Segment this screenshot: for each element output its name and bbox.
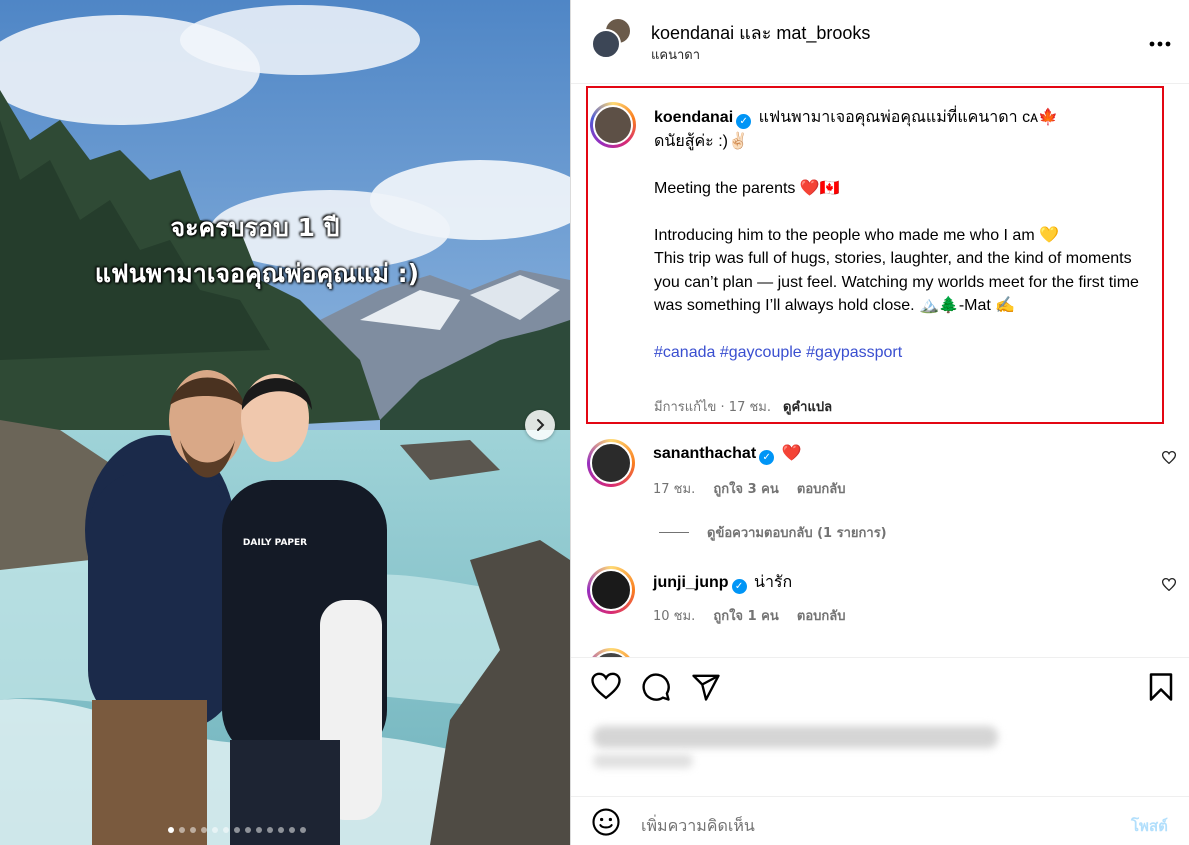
- caption-para1: Meeting the parents ❤️🇨🇦: [654, 179, 840, 197]
- comment-like-button[interactable]: [1161, 576, 1177, 595]
- comment-input[interactable]: เพิ่มความคิดเห็น: [641, 814, 755, 839]
- comment-meta: 17 ชม. ถูกใจ 3 คน ตอบกลับ: [653, 478, 845, 499]
- caption-line2: ดนัยสู้ค่ะ :)✌🏻: [654, 132, 748, 150]
- verified-badge-icon: ✓: [736, 114, 752, 129]
- carousel-dots: [168, 827, 306, 833]
- carousel-dot: [300, 827, 306, 833]
- hashtag-link[interactable]: #canada: [654, 344, 715, 361]
- post-date-blurred: [593, 754, 693, 768]
- save-button[interactable]: [1148, 672, 1174, 706]
- post-photo[interactable]: DAILY PAPER จะครบรอบ 1 ปี แฟนพามาเจอคุณพ…: [0, 0, 570, 845]
- photo-overlay-line1: จะครบรอบ 1 ปี: [170, 213, 340, 242]
- comment-body: น่ารัก: [754, 574, 793, 591]
- comment-like-button[interactable]: [1161, 449, 1177, 468]
- caption-para2: Introducing him to the people who made m…: [654, 226, 1060, 244]
- carousel-next-button[interactable]: [525, 410, 555, 440]
- comment-bubble-icon: [642, 673, 670, 701]
- view-replies-button[interactable]: ดูข้อความตอบกลับ (1 รายการ): [659, 522, 887, 543]
- comment-time: 10 ชม.: [653, 609, 696, 624]
- comment-text: sananthachat ✓ ❤️: [653, 443, 802, 465]
- carousel-dot: [201, 827, 207, 833]
- carousel-dot: [179, 827, 185, 833]
- caption-para3: This trip was full of hugs, stories, lau…: [654, 250, 1139, 314]
- carousel-dot: [190, 827, 196, 833]
- verified-badge-icon: ✓: [731, 579, 747, 594]
- carousel-dot: [245, 827, 251, 833]
- smiley-icon: [592, 808, 620, 836]
- heart-outline-icon: [1161, 451, 1177, 465]
- carousel-dot: [234, 827, 240, 833]
- comment-username[interactable]: sananthachat: [653, 445, 756, 462]
- send-icon: [692, 674, 720, 701]
- photo-scene: DAILY PAPER: [0, 0, 570, 845]
- verified-badge-icon: ✓: [759, 450, 775, 465]
- comment-time: 17 ชม.: [653, 482, 696, 497]
- emoji-button[interactable]: [591, 807, 621, 841]
- bookmark-icon: [1149, 673, 1173, 701]
- comment-meta: 10 ชม. ถูกใจ 1 คน ตอบกลับ: [653, 605, 845, 626]
- avatar[interactable]: [591, 29, 621, 59]
- reply-line-divider: [659, 532, 689, 533]
- post-comment-button[interactable]: โพสต์: [1131, 814, 1168, 838]
- comment-likes[interactable]: ถูกใจ 1 คน: [713, 609, 778, 624]
- carousel-dot: [212, 827, 218, 833]
- translate-button[interactable]: ดูคำแปล: [783, 400, 832, 415]
- more-options-button[interactable]: [1149, 28, 1171, 53]
- comment-likes[interactable]: ถูกใจ 3 คน: [713, 482, 778, 497]
- post-location[interactable]: แคนาดา: [651, 44, 700, 65]
- comment-text: junji_junp ✓ น่ารัก: [653, 570, 792, 595]
- chevron-right-icon: [537, 419, 545, 431]
- carousel-dot: [289, 827, 295, 833]
- share-button[interactable]: [691, 672, 721, 706]
- post-header: koendanai และ mat_brooks แคนาดา: [571, 0, 1189, 84]
- comment-body: ❤️: [781, 445, 802, 462]
- caption-hashtags: #canada #gaycouple #gaypassport: [654, 341, 1154, 365]
- caption-line1: แฟนพามาเจอคุณพ่อคุณแม่ที่แคนาดา ᴄᴀ🍁: [754, 109, 1058, 126]
- caption-username[interactable]: koendanai: [654, 109, 733, 126]
- post-side-panel: koendanai และ mat_brooks แคนาดา koendana…: [570, 0, 1189, 845]
- caption-text: koendanai ✓ แฟนพามาเจอคุณพ่อคุณแม่ที่แคนา…: [654, 106, 1154, 365]
- carousel-dot: [256, 827, 262, 833]
- heart-outline-icon: [1161, 578, 1177, 592]
- svg-text:DAILY PAPER: DAILY PAPER: [243, 538, 307, 548]
- reply-button[interactable]: ตอบกลับ: [797, 609, 846, 624]
- hashtag-link[interactable]: #gaycouple: [720, 344, 802, 361]
- more-horizontal-icon: [1149, 41, 1171, 47]
- avatar[interactable]: [587, 439, 635, 487]
- heart-outline-icon: [591, 672, 621, 700]
- view-replies-label: ดูข้อความตอบกลับ (1 รายการ): [707, 526, 887, 541]
- reply-button[interactable]: ตอบกลับ: [797, 482, 846, 497]
- photo-overlay-line2: แฟนพามาเจอคุณพ่อคุณแม่ :): [94, 259, 420, 288]
- post-authors[interactable]: koendanai และ mat_brooks: [651, 18, 870, 47]
- avatar[interactable]: [587, 566, 635, 614]
- comment-username[interactable]: junji_junp: [653, 574, 729, 591]
- post-caption: koendanai ✓ แฟนพามาเจอคุณพ่อคุณแม่ที่แคนา…: [586, 86, 1164, 424]
- add-comment-bar: เพิ่มความคิดเห็น โพสต์: [571, 796, 1189, 845]
- avatar[interactable]: [590, 102, 636, 148]
- carousel-dot: [168, 827, 174, 833]
- carousel-dot: [223, 827, 229, 833]
- caption-meta: มีการแก้ไข · 17 ชม. ดูคำแปล: [654, 396, 832, 417]
- carousel-dot: [267, 827, 273, 833]
- caption-time: มีการแก้ไข · 17 ชม.: [654, 400, 771, 415]
- like-button[interactable]: [591, 672, 621, 704]
- hashtag-link[interactable]: #gaypassport: [806, 344, 902, 361]
- liked-by-blurred: [593, 726, 998, 748]
- carousel-dot: [278, 827, 284, 833]
- comment-button[interactable]: [641, 672, 671, 706]
